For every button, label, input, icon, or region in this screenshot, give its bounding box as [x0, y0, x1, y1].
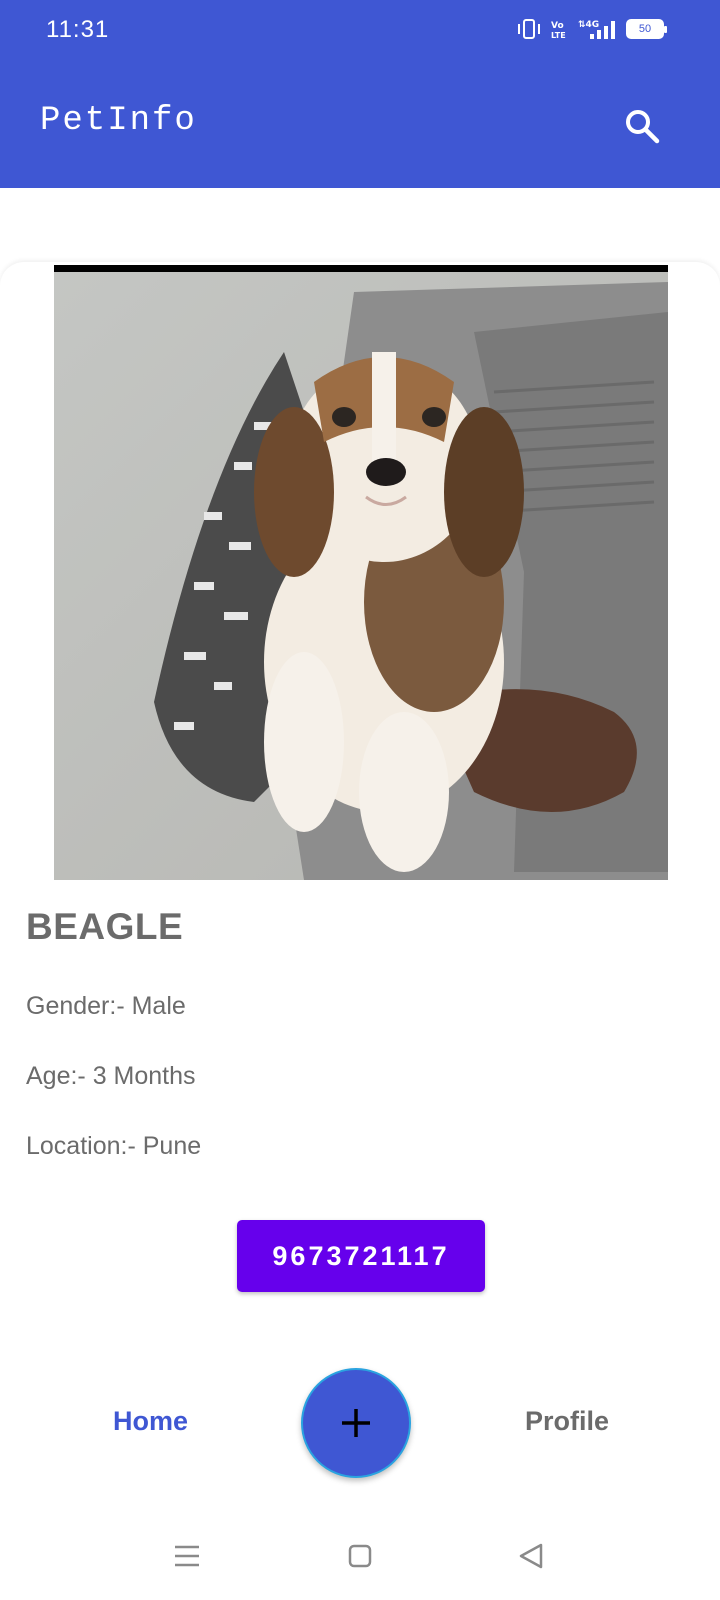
volte-icon: Vo LTE — [551, 21, 566, 39]
svg-text:⇅4G: ⇅4G — [578, 20, 599, 30]
beagle-puppy-image — [54, 272, 668, 880]
svg-text:LTE: LTE — [551, 31, 566, 39]
back-triangle-icon — [519, 1543, 543, 1569]
nav-home[interactable]: Home — [113, 1406, 188, 1437]
pet-gender: Gender:- Male — [26, 992, 186, 1020]
system-home-button[interactable] — [344, 1540, 376, 1572]
status-icons: Vo LTE ⇅4G 50 — [516, 18, 667, 40]
battery-icon: 50 — [626, 19, 667, 39]
pet-name: BEAGLE — [26, 906, 184, 947]
svg-text:Vo: Vo — [551, 21, 564, 31]
app-header: 11:31 Vo LTE ⇅4G 50 PetInfo — [0, 0, 720, 188]
recent-apps-button[interactable] — [171, 1540, 203, 1572]
nav-profile[interactable]: Profile — [525, 1406, 609, 1437]
app-title: PetInfo — [40, 102, 197, 140]
pet-age: Age:- 3 Months — [26, 1062, 196, 1090]
phone-number-label: 9673721117 — [272, 1240, 450, 1271]
call-phone-button[interactable]: 9673721117 — [237, 1220, 485, 1292]
search-button[interactable] — [620, 104, 664, 148]
home-square-icon — [348, 1544, 372, 1568]
status-time: 11:31 — [46, 16, 110, 43]
menu-icon — [175, 1545, 199, 1567]
search-icon — [626, 110, 660, 144]
system-back-button[interactable] — [515, 1540, 547, 1572]
add-pet-fab[interactable] — [301, 1368, 411, 1478]
pet-photo — [54, 265, 668, 880]
4g-signal-icon: ⇅4G — [578, 20, 615, 39]
pet-location: Location:- Pune — [26, 1132, 202, 1160]
plus-icon — [342, 1409, 370, 1437]
vibrate-icon — [518, 19, 540, 39]
